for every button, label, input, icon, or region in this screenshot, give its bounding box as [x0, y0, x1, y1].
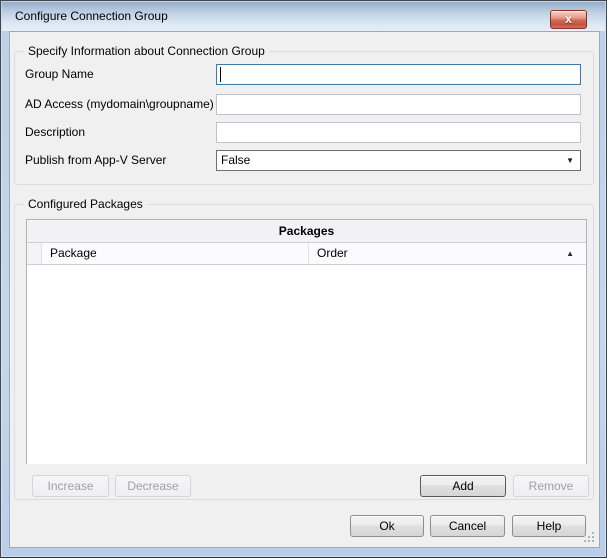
titlebar[interactable]: Configure Connection Group	[2, 2, 605, 31]
publish-select[interactable]: False ▼	[216, 150, 581, 171]
chevron-down-icon: ▼	[566, 152, 574, 170]
close-icon: x	[565, 12, 572, 26]
ad-access-input[interactable]	[216, 94, 581, 115]
resize-grip[interactable]	[583, 531, 596, 544]
sort-ascending-icon: ▲	[566, 243, 574, 264]
text-caret	[220, 67, 221, 82]
publish-selected-value: False	[221, 153, 250, 167]
add-button[interactable]: Add	[420, 475, 506, 497]
dialog-window: Configure Connection Group x Specify Inf…	[0, 0, 607, 558]
description-label: Description	[25, 122, 85, 143]
help-button[interactable]: Help	[512, 515, 586, 537]
column-header-package[interactable]: Package	[42, 243, 309, 264]
remove-button[interactable]: Remove	[513, 475, 589, 497]
group-name-input[interactable]	[216, 64, 581, 85]
ok-button[interactable]: Ok	[350, 515, 424, 537]
cancel-button[interactable]: Cancel	[430, 515, 505, 537]
description-input[interactable]	[216, 122, 581, 143]
decrease-button[interactable]: Decrease	[115, 475, 191, 497]
column-header-order-label: Order	[317, 246, 348, 260]
packages-groupbox-legend: Configured Packages	[24, 196, 147, 213]
dialog-body: Specify Information about Connection Gro…	[9, 31, 600, 548]
window-title: Configure Connection Group	[15, 2, 168, 30]
increase-button[interactable]: Increase	[32, 475, 109, 497]
packages-groupbox: Configured Packages Packages Package Ord…	[14, 204, 594, 500]
packages-table: Packages Package Order ▲	[26, 219, 587, 464]
info-groupbox: Specify Information about Connection Gro…	[14, 51, 594, 185]
packages-table-body	[27, 265, 586, 464]
column-header-order[interactable]: Order ▲	[309, 243, 586, 264]
row-selector-header	[27, 243, 42, 264]
info-groupbox-legend: Specify Information about Connection Gro…	[24, 43, 269, 60]
ad-access-label: AD Access (mydomain\groupname)	[25, 94, 214, 115]
group-name-label: Group Name	[25, 64, 94, 85]
packages-table-title: Packages	[27, 220, 586, 243]
publish-label: Publish from App-V Server	[25, 150, 166, 171]
packages-table-header-row: Package Order ▲	[27, 243, 586, 265]
close-button[interactable]: x	[550, 10, 587, 29]
